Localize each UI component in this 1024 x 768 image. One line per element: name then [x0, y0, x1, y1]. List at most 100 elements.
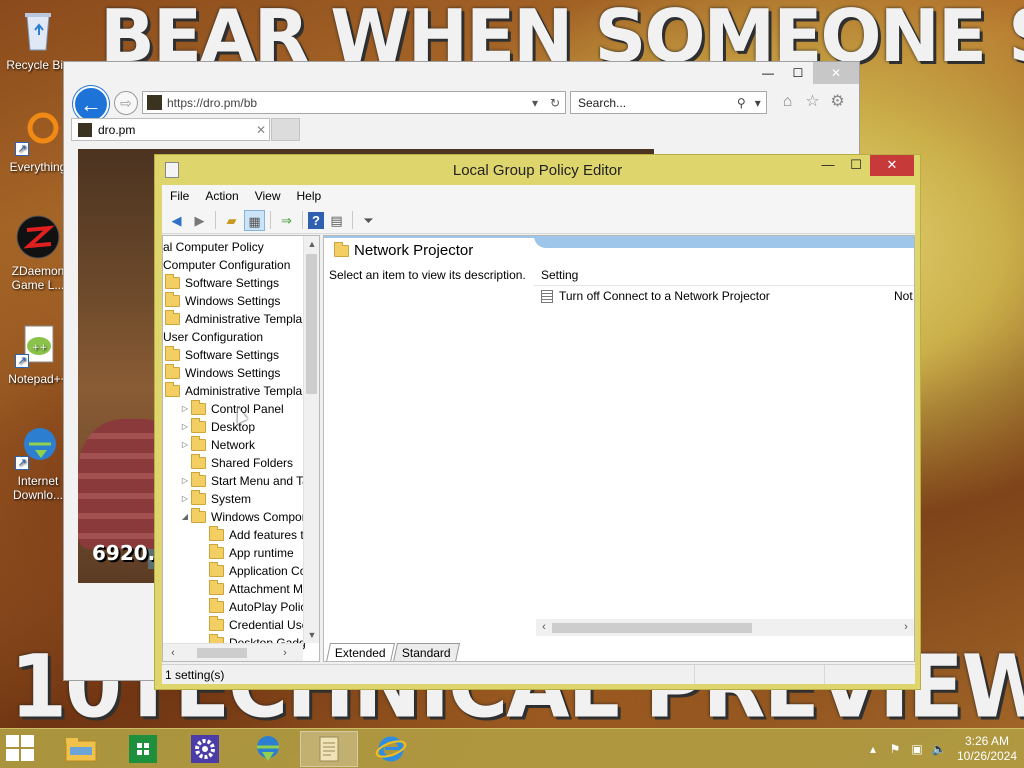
address-bar[interactable]: https://dro.pm/bb ▾ ↻ [142, 91, 566, 114]
taskbar-file-explorer[interactable] [52, 731, 110, 767]
maximize-button[interactable]: ☐ [783, 62, 813, 84]
tree-item[interactable]: Computer Configuration [163, 256, 290, 274]
scroll-down-icon[interactable]: ▼ [304, 627, 319, 643]
tree-item[interactable]: Windows Settings [165, 364, 280, 382]
taskbar-control-panel[interactable] [176, 731, 234, 767]
action-center-flag-icon[interactable]: ⚑ [884, 742, 906, 756]
tab-extended[interactable]: Extended [325, 643, 395, 661]
export-list-icon[interactable]: ⇒ [276, 210, 297, 231]
forward-button[interactable]: ⇨ [114, 91, 138, 115]
folder-icon [165, 382, 180, 397]
scrollbar-thumb[interactable] [197, 648, 247, 658]
start-button[interactable] [6, 735, 36, 763]
tree-item[interactable]: ◢ Windows Compon [179, 508, 308, 526]
clock[interactable]: 3:26 AM 10/26/2024 [950, 734, 1024, 764]
ie-search-box[interactable]: ⚲ ▾ [570, 91, 767, 114]
tree-item[interactable]: Windows Settings [165, 292, 280, 310]
tree-item[interactable]: Software Settings [165, 346, 279, 364]
show-hidden-icons[interactable]: ▴ [862, 742, 884, 756]
menu-help[interactable]: Help [289, 189, 330, 203]
maximize-button[interactable]: ☐ [842, 155, 870, 176]
new-tab-button[interactable] [271, 118, 300, 141]
taskbar-internet-explorer[interactable] [362, 731, 420, 767]
policy-scroll-icon [319, 736, 339, 762]
tree-item[interactable]: Administrative Templa [165, 382, 302, 400]
tab-close-icon[interactable]: ✕ [253, 123, 269, 137]
filter-icon[interactable]: ⏷ [358, 210, 379, 231]
taskbar-group-policy-editor[interactable] [300, 731, 358, 767]
gpe-title-bar[interactable]: Local Group Policy Editor — ☐ ✕ [155, 155, 920, 185]
tree-item[interactable]: Attachment Ma [197, 580, 310, 598]
back-button[interactable]: ← [73, 86, 109, 122]
policy-tree-pane[interactable]: al Computer Policy Computer Configuration… [162, 235, 320, 662]
column-header-setting[interactable]: Setting [541, 268, 578, 282]
expand-arrow-icon[interactable]: ▷ [179, 490, 191, 508]
close-button[interactable]: ✕ [870, 155, 914, 176]
search-icon[interactable]: ⚲ [733, 96, 750, 110]
volume-muted-icon[interactable]: 🔈 [928, 742, 950, 756]
tree-item[interactable]: AutoPlay Polici [197, 598, 309, 616]
back-arrow-icon[interactable]: ◀ [166, 210, 187, 231]
search-input[interactable] [578, 95, 733, 110]
scroll-right-icon[interactable]: › [277, 644, 293, 661]
tree-vertical-scrollbar[interactable]: ▲ ▼ [303, 236, 319, 643]
address-url[interactable]: https://dro.pm/bb [167, 96, 525, 110]
scroll-up-icon[interactable]: ▲ [304, 236, 319, 252]
recycle-bin-icon [15, 8, 61, 54]
network-icon[interactable]: ▣ [906, 742, 928, 756]
minimize-button[interactable]: — [814, 155, 842, 176]
tree-item[interactable]: Administrative Templa [165, 310, 302, 328]
properties-icon[interactable]: ▤ [326, 210, 347, 231]
menu-view[interactable]: View [247, 189, 289, 203]
tree-item[interactable]: Add features to [197, 526, 310, 544]
forward-arrow-icon: ⇨ [120, 95, 132, 111]
tree-item[interactable]: Credential User [197, 616, 312, 634]
scrollbar-thumb[interactable] [306, 254, 317, 394]
folder-icon [165, 292, 180, 307]
favorites-star-icon[interactable]: ☆ [803, 92, 822, 111]
taskbar-idm[interactable] [238, 731, 296, 767]
home-icon[interactable]: ⌂ [778, 92, 797, 111]
dropdown-arrow-icon[interactable]: ▾ [525, 96, 545, 110]
menu-file[interactable]: File [162, 189, 197, 203]
tree-item[interactable]: Shared Folders [179, 454, 293, 472]
scrollbar-thumb[interactable] [552, 623, 752, 633]
tree-item[interactable]: ▷ Start Menu and Tas [179, 472, 315, 490]
back-arrow-icon: ← [80, 92, 102, 117]
show-hide-tree-icon[interactable]: ▦ [244, 209, 265, 231]
tree-item[interactable]: ▷ Network [179, 436, 255, 454]
expand-arrow-icon[interactable]: ◢ [179, 508, 191, 526]
scroll-left-icon[interactable]: ‹ [165, 644, 181, 661]
tab-standard[interactable]: Standard [392, 643, 460, 661]
group-policy-editor-window[interactable]: Local Group Policy Editor — ☐ ✕ File Act… [154, 154, 921, 690]
details-horizontal-scrollbar[interactable]: ‹ › [536, 619, 914, 636]
expand-arrow-icon[interactable]: ▷ [179, 418, 191, 436]
refresh-icon[interactable]: ↻ [545, 96, 565, 110]
menu-action[interactable]: Action [197, 189, 246, 203]
tree-item[interactable]: App runtime [197, 544, 294, 562]
tree-item[interactable]: ▷ System [179, 490, 251, 508]
scroll-right-icon[interactable]: › [898, 619, 914, 636]
tree-horizontal-scrollbar[interactable]: ‹ › [163, 643, 303, 661]
close-button[interactable]: ✕ [813, 62, 859, 84]
tree-item[interactable]: Application Co [197, 562, 306, 580]
tree-item-label: System [211, 492, 252, 506]
setting-row[interactable]: Turn off Connect to a Network Projector … [541, 289, 914, 303]
expand-arrow-icon[interactable]: ▷ [179, 400, 191, 418]
forward-arrow-icon[interactable]: ▶ [189, 210, 210, 231]
expand-arrow-icon[interactable]: ▷ [179, 436, 191, 454]
expand-arrow-icon[interactable]: ▷ [179, 472, 191, 490]
folder-icon [191, 418, 206, 433]
tree-item[interactable]: al Computer Policy [163, 238, 264, 256]
help-icon[interactable]: ? [308, 211, 324, 229]
tree-item[interactable]: Software Settings [165, 274, 279, 292]
up-folder-icon[interactable]: ▰ [221, 210, 242, 231]
details-pane[interactable]: Network Projector Select an item to view… [323, 235, 915, 662]
scroll-left-icon[interactable]: ‹ [536, 619, 552, 636]
browser-tab[interactable]: dro.pm ✕ [71, 118, 270, 141]
settings-gear-icon[interactable]: ⚙ [828, 92, 847, 111]
tree-item[interactable]: User Configuration [163, 328, 263, 346]
taskbar-store[interactable] [114, 731, 172, 767]
search-dropdown-icon[interactable]: ▾ [750, 96, 767, 110]
minimize-button[interactable]: — [753, 62, 783, 84]
